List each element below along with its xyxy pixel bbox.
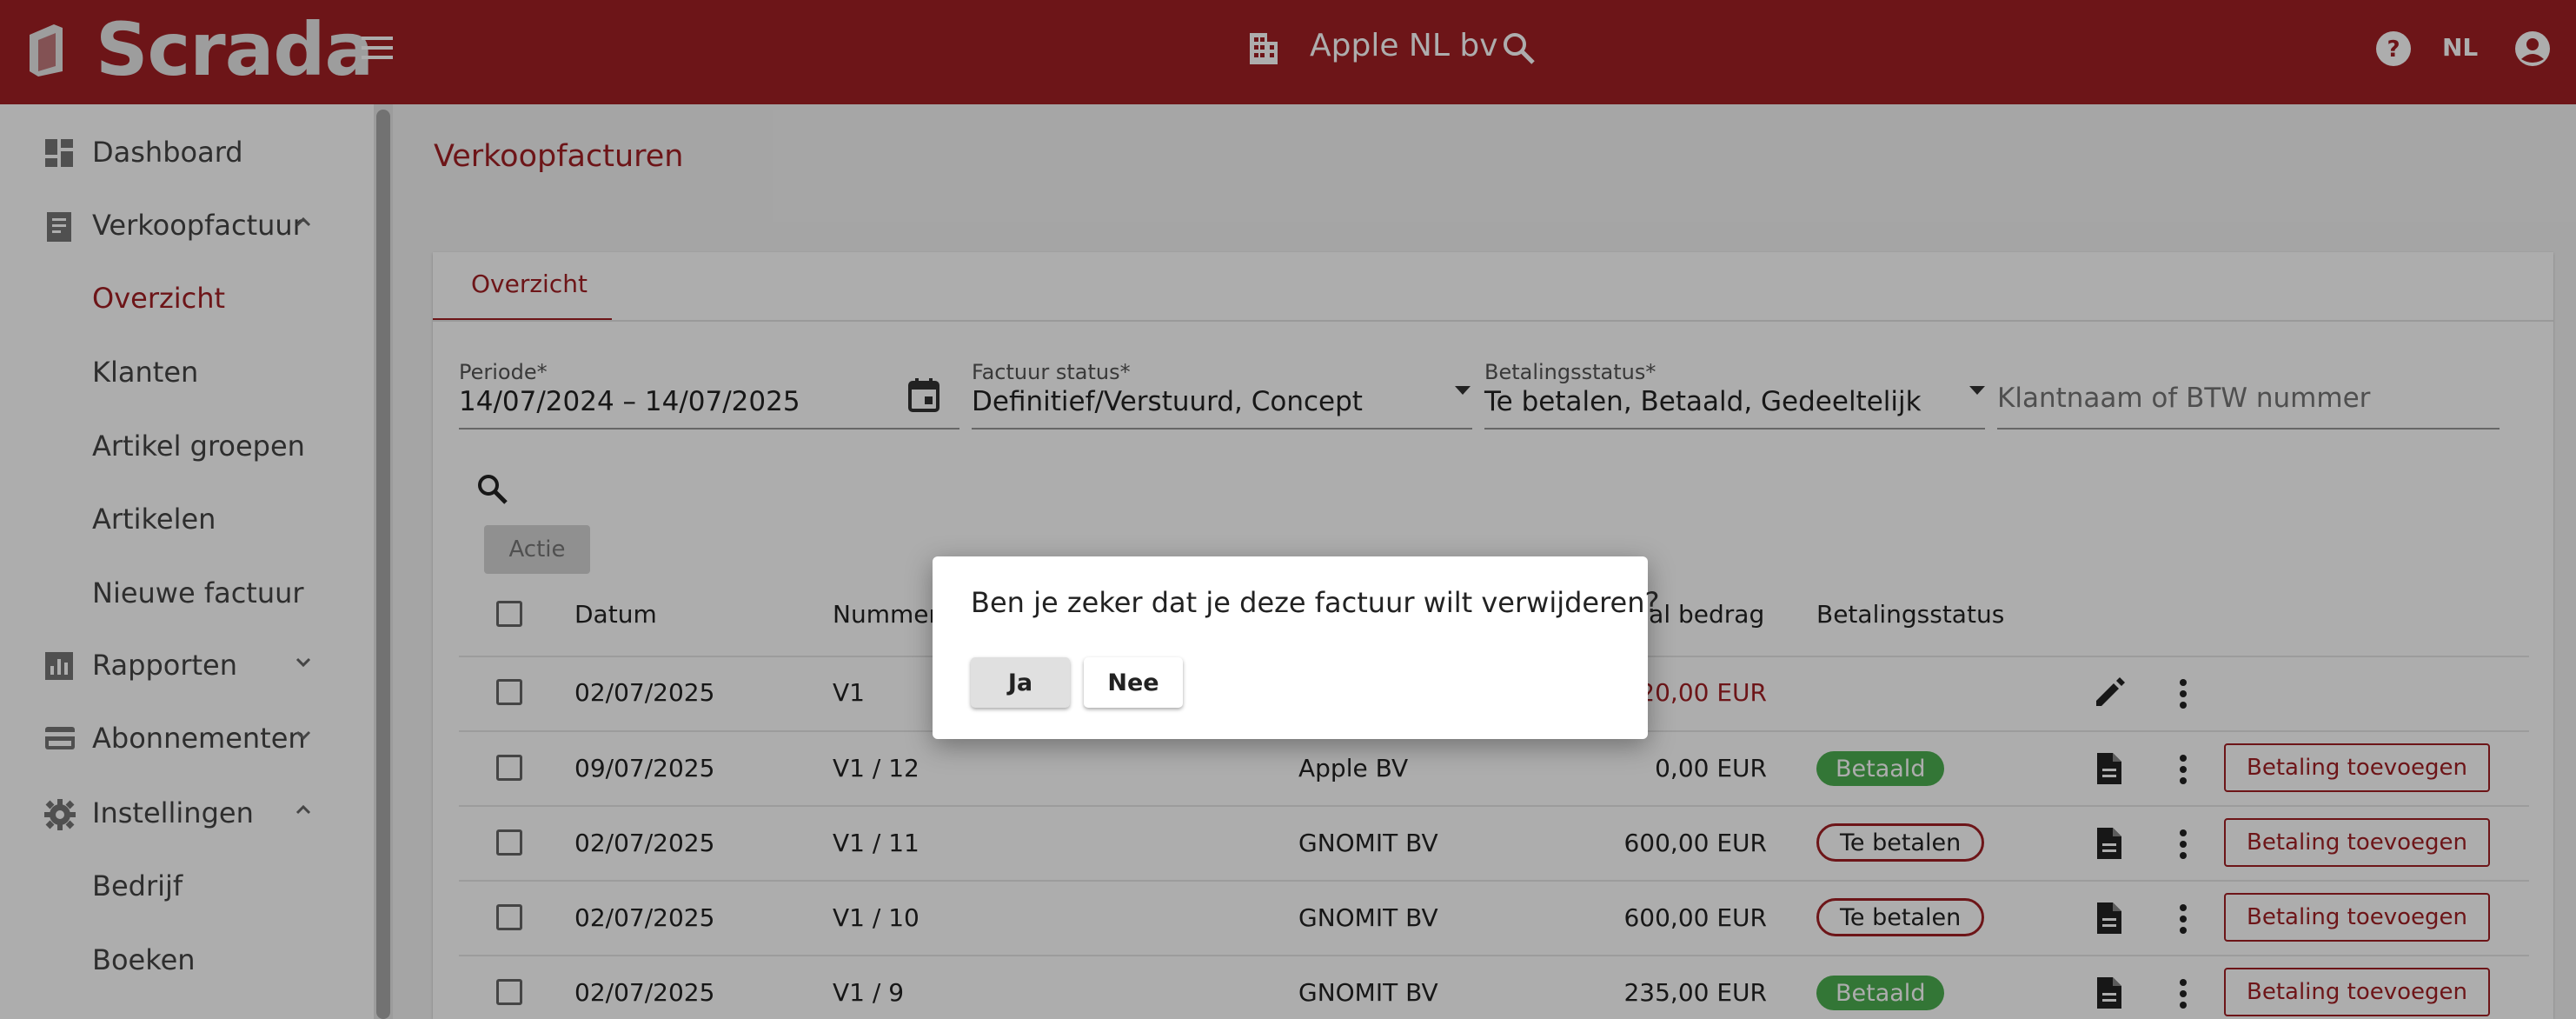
confirm-delete-dialog: Ben je zeker dat je deze factuur wilt ve… (933, 556, 1660, 739)
dialog-message: Ben je zeker dat je deze factuur wilt ve… (971, 586, 1660, 619)
confirm-yes-button[interactable]: Ja (971, 657, 1070, 708)
modal-backdrop[interactable] (0, 0, 2576, 1019)
confirm-no-button[interactable]: Nee (1084, 657, 1183, 708)
